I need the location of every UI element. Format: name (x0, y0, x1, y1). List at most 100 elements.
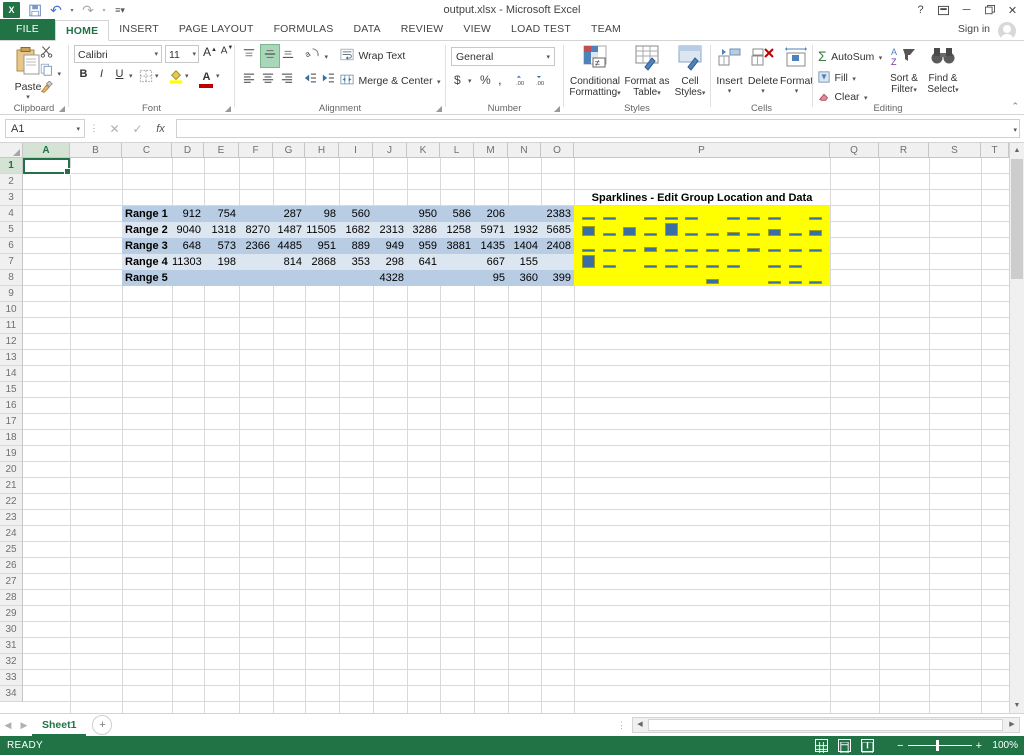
tab-load-test[interactable]: LOAD TEST (501, 19, 581, 40)
decrease-indent-button[interactable] (303, 71, 317, 89)
scroll-up-arrow[interactable]: ▲ (1010, 143, 1024, 158)
normal-view-button[interactable] (815, 739, 828, 753)
increase-font-size-button[interactable]: A▲ (202, 45, 218, 59)
data-cell[interactable]: 11303 (172, 254, 204, 270)
vertical-scrollbar[interactable]: ▲ ▼ (1009, 143, 1024, 713)
data-cell[interactable] (407, 270, 440, 286)
borders-button[interactable] (139, 69, 153, 88)
undo-icon[interactable]: ↶ (47, 1, 65, 19)
row-header-5[interactable]: 5 (0, 222, 23, 238)
redo-dropdown-icon[interactable]: ▾ (100, 1, 108, 19)
decrease-font-size-button[interactable]: A▼ (219, 45, 235, 56)
row-header-29[interactable]: 29 (0, 606, 23, 622)
data-cell[interactable]: 1404 (508, 238, 541, 254)
data-cell[interactable]: 754 (204, 206, 239, 222)
insert-function-button[interactable]: fx (149, 123, 172, 135)
row-header-1[interactable]: 1 (0, 158, 23, 174)
help-icon[interactable]: ? (909, 1, 932, 19)
sparkline-group[interactable] (574, 206, 830, 286)
row-header-9[interactable]: 9 (0, 286, 23, 302)
data-cell[interactable] (239, 254, 273, 270)
data-cell[interactable]: 912 (172, 206, 204, 222)
zoom-slider[interactable]: − + (897, 740, 982, 752)
clipboard-dialog-launcher[interactable]: ◢ (59, 104, 65, 113)
row-header-6[interactable]: 6 (0, 238, 23, 254)
percent-format-button[interactable]: % (480, 73, 491, 87)
scroll-down-arrow[interactable]: ▼ (1010, 698, 1024, 713)
row-label-cell[interactable]: Range 5 (122, 270, 172, 286)
row-header-16[interactable]: 16 (0, 398, 23, 414)
data-cell[interactable]: 198 (204, 254, 239, 270)
tab-page-layout[interactable]: PAGE LAYOUT (169, 19, 264, 40)
column-header-s[interactable]: S (929, 143, 981, 158)
orientation-dropdown-icon[interactable]: ▾ (324, 54, 328, 61)
data-cell[interactable]: 648 (172, 238, 204, 254)
row-header-27[interactable]: 27 (0, 574, 23, 590)
row-label-cell[interactable]: Range 3 (122, 238, 172, 254)
previous-sheet-button[interactable]: ◀ (0, 720, 16, 731)
row-header-18[interactable]: 18 (0, 430, 23, 446)
number-dialog-launcher[interactable]: ◢ (554, 104, 560, 113)
data-cell[interactable]: 2383 (541, 206, 574, 222)
cell-styles-button[interactable]: Cell Styles▾ (670, 45, 710, 99)
active-cell[interactable] (23, 158, 71, 175)
close-button[interactable]: ✕ (1001, 1, 1024, 19)
column-header-h[interactable]: H (305, 143, 339, 158)
restore-button[interactable] (978, 1, 1001, 19)
avatar[interactable] (998, 22, 1016, 40)
tab-file[interactable]: FILE (0, 19, 55, 40)
delete-cells-button[interactable]: Delete ▾ (746, 46, 780, 95)
data-cell[interactable]: 4485 (273, 238, 305, 254)
data-cell[interactable]: 206 (474, 206, 508, 222)
conditional-formatting-button[interactable]: ≠ Conditional Formatting▾ (566, 45, 624, 99)
data-cell[interactable] (440, 254, 474, 270)
zoom-handle[interactable] (935, 740, 939, 751)
enter-formula-button[interactable]: ✓ (126, 122, 149, 136)
data-cell[interactable]: 155 (508, 254, 541, 270)
data-cell[interactable] (239, 270, 273, 286)
row-header-23[interactable]: 23 (0, 510, 23, 526)
data-cell[interactable]: 98 (305, 206, 339, 222)
sheet-tab-sheet1[interactable]: Sheet1 (32, 714, 87, 736)
font-dialog-launcher[interactable]: ◢ (225, 104, 231, 113)
data-cell[interactable]: 949 (373, 238, 407, 254)
column-header-j[interactable]: J (373, 143, 407, 158)
accounting-format-button[interactable]: $ (454, 73, 461, 87)
data-cell[interactable]: 399 (541, 270, 574, 286)
align-right-button[interactable] (280, 71, 294, 89)
tab-insert[interactable]: INSERT (109, 19, 169, 40)
data-cell[interactable]: 586 (440, 206, 474, 222)
font-name-dropdown-icon[interactable]: ▾ (154, 46, 158, 64)
fill-color-button[interactable] (169, 68, 183, 89)
scroll-left-arrow[interactable]: ◀ (633, 718, 647, 732)
row-header-12[interactable]: 12 (0, 334, 23, 350)
save-icon[interactable] (26, 1, 44, 19)
data-cell[interactable]: 2366 (239, 238, 273, 254)
sparkline-title[interactable]: Sparklines - Edit Group Location and Dat… (574, 190, 830, 206)
data-cell[interactable]: 1682 (339, 222, 373, 238)
insert-cells-dropdown-icon[interactable]: ▾ (713, 87, 746, 95)
row-header-32[interactable]: 32 (0, 654, 23, 670)
row-header-7[interactable]: 7 (0, 254, 23, 270)
format-cells-dropdown-icon[interactable]: ▾ (780, 87, 813, 95)
font-name-input[interactable]: Calibri ▾ (74, 45, 162, 63)
redo-icon[interactable]: ↷ (79, 1, 97, 19)
name-box-dropdown-icon[interactable]: ▾ (76, 120, 80, 139)
next-sheet-button[interactable]: ▶ (16, 720, 32, 731)
decrease-decimal-button[interactable]: .00 (536, 74, 551, 92)
customize-quick-access-toolbar-icon[interactable]: ≡▾ (111, 1, 129, 19)
vertical-scroll-thumb[interactable] (1011, 159, 1023, 279)
cut-button[interactable] (40, 45, 53, 63)
row-label-cell[interactable]: Range 1 (122, 206, 172, 222)
column-header-r[interactable]: R (879, 143, 929, 158)
wrap-text-button[interactable]: Wrap Text (340, 46, 405, 64)
formula-input[interactable]: ▾ (176, 119, 1020, 138)
data-cell[interactable] (305, 270, 339, 286)
data-cell[interactable]: 1258 (440, 222, 474, 238)
data-cell[interactable] (273, 270, 305, 286)
name-box[interactable]: A1 ▾ (5, 119, 85, 138)
borders-dropdown-icon[interactable]: ▾ (155, 72, 159, 80)
data-cell[interactable]: 889 (339, 238, 373, 254)
data-cell[interactable]: 360 (508, 270, 541, 286)
tab-review[interactable]: REVIEW (391, 19, 454, 40)
